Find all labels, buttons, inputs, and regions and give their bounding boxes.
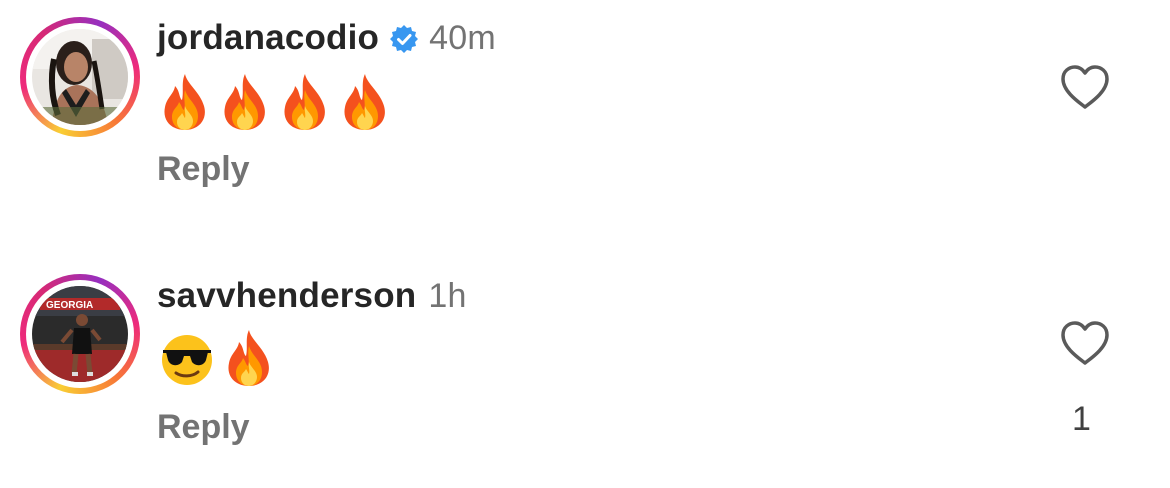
username[interactable]: savvhenderson (157, 276, 416, 316)
fire-emoji (340, 72, 390, 132)
like-count[interactable]: 1 (1072, 400, 1091, 439)
reply-button[interactable]: Reply (157, 150, 250, 189)
fire-emoji (220, 72, 270, 132)
timestamp: 1h (428, 276, 467, 315)
sunglasses-emoji (162, 335, 212, 385)
svg-text:GEORGIA: GEORGIA (46, 300, 93, 311)
verified-badge-icon (389, 23, 419, 53)
username[interactable]: jordanacodio (157, 18, 379, 58)
fire-emoji (160, 72, 210, 132)
story-ring[interactable] (20, 17, 140, 137)
comment-item: GEORGIA savvhenderson 1h Reply 1 (0, 258, 1170, 488)
heart-icon[interactable] (1060, 320, 1110, 366)
avatar[interactable]: GEORGIA (32, 286, 128, 382)
comment-header: jordanacodio 40m (157, 18, 496, 58)
comment-item: jordanacodio 40m Reply (0, 0, 1170, 230)
avatar[interactable] (32, 29, 128, 125)
comment-text (160, 328, 274, 388)
fire-emoji (224, 328, 274, 388)
comment-text (160, 72, 390, 132)
heart-icon[interactable] (1060, 64, 1110, 110)
reply-button[interactable]: Reply (157, 408, 250, 447)
timestamp: 40m (429, 18, 496, 57)
comment-header: savvhenderson 1h (157, 276, 467, 316)
story-ring[interactable]: GEORGIA (20, 274, 140, 394)
fire-emoji (280, 72, 330, 132)
